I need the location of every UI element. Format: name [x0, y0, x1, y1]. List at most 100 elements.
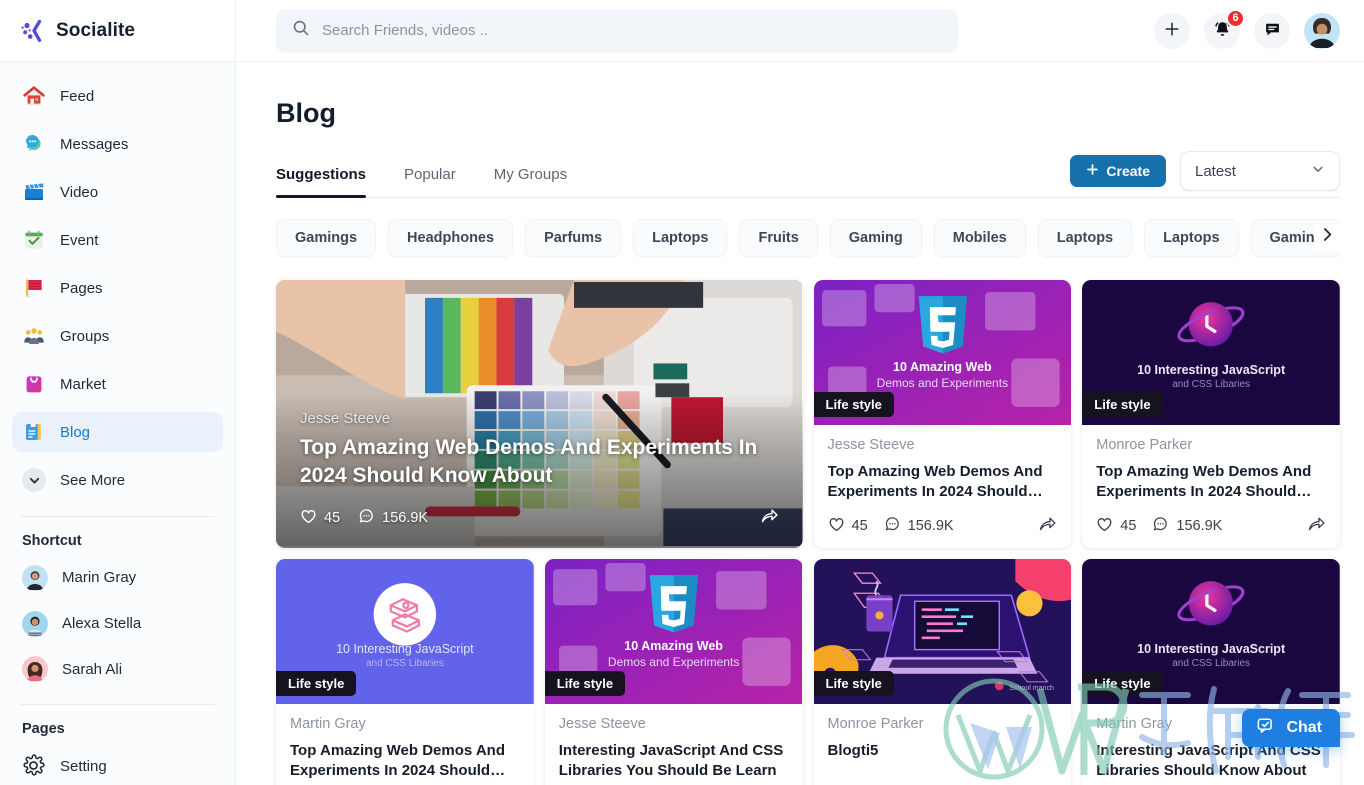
notification-badge: 6: [1226, 8, 1245, 28]
brand[interactable]: Socialite: [0, 0, 235, 62]
notifications-button[interactable]: 6: [1204, 8, 1245, 49]
sort-select-value: Latest: [1195, 162, 1236, 180]
like-count[interactable]: 45: [300, 508, 340, 529]
featured-title: Top Amazing Web Demos And Experiments In…: [300, 436, 758, 488]
heart-icon: [1096, 516, 1113, 537]
socialite-logo-icon: [20, 18, 46, 44]
topbar: 6: [236, 0, 1364, 62]
flag-icon: [22, 276, 46, 300]
tab-my-groups[interactable]: My Groups: [494, 166, 567, 197]
plus-icon: [1163, 20, 1181, 41]
featured-meta: 45 156.9K: [300, 506, 779, 530]
sidebar-item-label: Market: [60, 375, 106, 393]
avatar: [22, 564, 48, 591]
blog-card-grid: Jesse Steeve Top Amazing Web Demos And E…: [276, 280, 1340, 785]
chip-mobiles[interactable]: Mobiles: [933, 219, 1026, 257]
share-icon[interactable]: [760, 506, 779, 530]
blog-card[interactable]: 10 Amazing Web Demos and Experiments Lif…: [813, 280, 1072, 548]
sidebar-item-label: Feed: [60, 87, 95, 105]
add-button[interactable]: [1154, 12, 1190, 49]
like-count[interactable]: 45: [1096, 516, 1136, 537]
sidebar-item-groups[interactable]: Groups: [12, 316, 223, 356]
create-button[interactable]: Create: [1070, 155, 1166, 187]
shortcut-item-marin-gray[interactable]: Marin Gray: [12, 559, 223, 597]
share-icon[interactable]: [1038, 514, 1057, 538]
sidebar-item-label: Pages: [60, 279, 103, 297]
like-count-value: 45: [851, 518, 868, 534]
chat-widget-button[interactable]: Chat: [1242, 709, 1340, 747]
tab-label: My Groups: [493, 166, 568, 183]
search-input[interactable]: [322, 22, 942, 39]
chip-laptops-1[interactable]: Laptops: [633, 219, 728, 257]
featured-overlay: Jesse Steeve Top Amazing Web Demos And E…: [276, 280, 803, 548]
sidebar-item-label: Messages: [60, 135, 129, 153]
card-thumbnail: 10 Interesting JavaScript and CSS Libari…: [1082, 559, 1340, 704]
blog-card[interactable]: 10 Interesting JavaScript and CSS Libari…: [1082, 280, 1340, 548]
comment-count[interactable]: 156.9K: [1152, 516, 1222, 537]
sidebar-item-setting[interactable]: Setting: [0, 747, 235, 785]
like-count[interactable]: 45: [828, 516, 868, 537]
avatar: [22, 610, 48, 637]
card-title: Top Amazing Web Demos And Experiments In…: [827, 463, 1043, 500]
card-title: Interesting JavaScript And CSS Libraries…: [558, 742, 784, 779]
chip-laptops-3[interactable]: Laptops: [1144, 219, 1239, 257]
comment-count-value: 156.9K: [382, 510, 429, 526]
comment-icon: [1152, 516, 1169, 537]
sidebar-item-video[interactable]: Video: [12, 172, 223, 212]
sidebar-item-label: Groups: [60, 327, 110, 345]
sidebar-item-feed[interactable]: Feed: [12, 76, 223, 116]
sidebar-item-messages[interactable]: Messages: [12, 124, 223, 164]
chip-label: Fruits: [758, 230, 799, 246]
clapperboard-icon: [22, 180, 46, 204]
card-thumbnail: 10 Amazing Web Demos and Experiments Lif…: [813, 280, 1072, 425]
blog-card[interactable]: 10 Interesting JavaScript and CSS Libari…: [1082, 559, 1340, 785]
chip-laptops-2[interactable]: Laptops: [1037, 219, 1133, 257]
share-icon[interactable]: [1307, 514, 1326, 538]
card-tag: Life style: [813, 671, 894, 696]
comment-count[interactable]: 156.9K: [358, 508, 428, 529]
sidebar-item-label: Setting: [60, 757, 107, 775]
card-author: Jesse Steeve: [558, 716, 646, 732]
chip-label: Laptops: [1056, 230, 1114, 246]
sidebar-item-market[interactable]: Market: [12, 364, 223, 404]
chip-parfums[interactable]: Parfums: [525, 219, 622, 257]
sidebar-item-see-more[interactable]: See More: [12, 460, 223, 500]
featured-author: Jesse Steeve: [300, 410, 391, 428]
sidebar-item-blog[interactable]: Blog: [12, 412, 223, 452]
card-body: Monroe Parker Top Amazing Web Demos And …: [1082, 425, 1340, 548]
chip-headphones[interactable]: Headphones: [388, 219, 514, 257]
chip-label: Mobiles: [952, 230, 1007, 246]
chip-gamings[interactable]: Gamings: [276, 219, 377, 257]
blog-card[interactable]: School manch Life style Monroe Parker Bl…: [813, 559, 1072, 785]
blog-card[interactable]: 10 Interesting JavaScript and CSS Libari…: [276, 559, 534, 785]
sidebar-item-pages[interactable]: Pages: [12, 268, 223, 308]
chips-next-button[interactable]: [1314, 224, 1340, 250]
user-avatar[interactable]: [1304, 12, 1340, 49]
comment-count[interactable]: 156.9K: [884, 516, 954, 537]
brand-name: Socialite: [56, 19, 136, 41]
sidebar-item-event[interactable]: Event: [12, 220, 223, 260]
sort-select[interactable]: Latest: [1180, 151, 1340, 191]
chat-widget-label: Chat: [1286, 719, 1322, 736]
sidebar-item-label: Event: [60, 231, 99, 249]
card-thumbnail: School manch Life style: [813, 559, 1072, 704]
card-body: Jesse Steeve Top Amazing Web Demos And E…: [814, 425, 1072, 548]
shortcut-item-alexa-stella[interactable]: Alexa Stella: [12, 605, 223, 643]
chips-row: Gamings Headphones Parfums Laptops Fruit…: [276, 218, 1340, 258]
message-square-icon: [1263, 20, 1282, 42]
shortcut-item-sarah-ali[interactable]: Sarah Ali: [12, 651, 223, 689]
sidebar-nav: Feed Messages Video Event Pages Groups M…: [0, 62, 235, 508]
featured-blog-card[interactable]: Jesse Steeve Top Amazing Web Demos And E…: [276, 280, 803, 548]
card-author: Monroe Parker: [1096, 437, 1193, 453]
card-tag: Life style: [813, 392, 894, 417]
search-bar[interactable]: [276, 8, 958, 53]
tab-popular[interactable]: Popular: [404, 166, 456, 197]
shopping-bag-icon: [22, 372, 46, 396]
chevron-down-icon: [22, 468, 46, 492]
blog-card[interactable]: 10 Amazing Web Demos and Experiments Lif…: [544, 559, 803, 785]
chip-gaming-1[interactable]: Gaming: [829, 219, 922, 257]
tab-suggestions[interactable]: Suggestions: [276, 166, 367, 198]
chip-fruits[interactable]: Fruits: [739, 219, 818, 257]
app-root: Socialite Feed Messages Video Event Page…: [0, 0, 1364, 785]
messages-button[interactable]: [1254, 12, 1290, 49]
